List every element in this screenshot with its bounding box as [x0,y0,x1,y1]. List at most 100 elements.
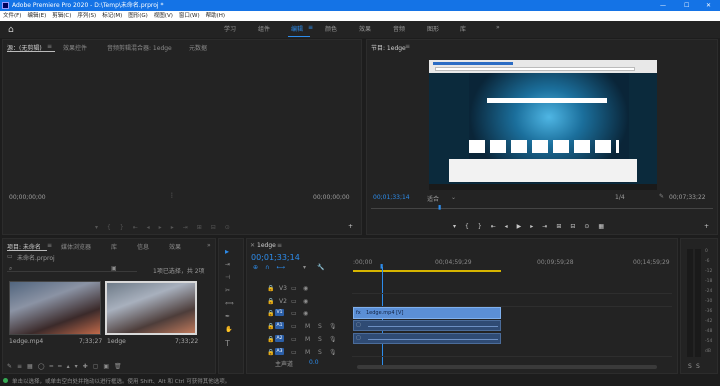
fit-chevron-down-icon[interactable]: ⌄ [451,194,456,201]
tab-effects[interactable]: 效果 [169,242,181,251]
solo-icon[interactable]: S [318,336,322,343]
mute-icon[interactable]: M [305,336,310,343]
close-button[interactable]: ✕ [706,0,711,11]
mic-icon[interactable]: 🎙 [329,323,337,330]
menu-marker[interactable]: 标记(M) [102,13,122,19]
project-more-icon[interactable]: » [207,242,211,249]
workspace-effects[interactable]: 效果 [359,24,371,33]
tab-libraries[interactable]: 库 [111,242,117,251]
menu-view[interactable]: 视图(V) [154,13,173,19]
audio-clip[interactable]: ▢ [353,320,501,331]
sync-lock-icon[interactable]: ▭ [291,349,297,356]
program-playhead-icon[interactable]: ▮ [438,204,441,211]
selection-tool-icon[interactable]: ▸ [225,247,229,256]
sync-lock-icon[interactable]: ▭ [291,298,297,305]
track-target-a2[interactable]: A2 [275,335,284,342]
workspace-audio[interactable]: 音频 [393,24,405,33]
program-wrench-icon[interactable]: ✎ [659,193,664,200]
menu-help[interactable]: 帮助(H) [206,13,225,19]
program-resolution-dropdown[interactable]: 1/4 [615,194,625,201]
track-select-tool-icon[interactable]: ⇥ [225,261,230,268]
track-lane-v2[interactable] [352,296,672,307]
source-add-button-icon[interactable]: + [348,223,353,230]
sync-lock-icon[interactable]: ▭ [291,336,297,343]
project-menu-icon[interactable]: ≡ [47,242,52,249]
project-search-input[interactable] [7,264,137,272]
type-tool-icon[interactable]: T [225,339,230,348]
menu-graphics[interactable]: 图形(G) [128,13,148,19]
mute-icon[interactable]: M [305,349,310,356]
solo-right-button[interactable]: S [696,363,700,370]
program-menu-icon[interactable]: ≡ [405,43,410,50]
workspace-menu-icon[interactable]: ≡ [308,24,313,31]
mute-icon[interactable]: M [305,323,310,330]
lock-icon[interactable]: 🔒 [267,336,274,343]
workspace-graphics[interactable]: 图形 [427,24,439,33]
source-wrench-icon[interactable]: ⋮ [169,192,175,199]
menu-edit[interactable]: 编辑(E) [27,13,46,19]
solo-icon[interactable]: S [318,323,322,330]
video-clip[interactable]: fx 1edge.mp4 [V] [353,307,501,319]
sync-lock-icon[interactable]: ▭ [291,285,297,292]
slip-tool-icon[interactable]: ⟺ [225,300,234,307]
project-bottom-toolbar-icons[interactable]: ✎≡▦◯━━▴▾✚▢▣🗑 [7,363,127,370]
workspace-assembly[interactable]: 组件 [258,24,270,33]
program-transport-icons[interactable]: ▾{}⇤◂▶▸⇥⊞⊟⊙▦ [453,223,613,230]
eye-icon[interactable]: ◉ [303,298,308,305]
timeline-menu-icon[interactable]: ≡ [277,242,282,249]
ripple-edit-tool-icon[interactable]: ⊣ [225,274,230,281]
home-icon[interactable]: ⌂ [8,25,14,35]
solo-left-button[interactable]: S [688,363,692,370]
tab-audio-mixer[interactable]: 音频剪辑混合器: 1edge [107,43,172,52]
project-item-thumb[interactable] [9,281,101,335]
eye-icon[interactable]: ◉ [303,285,308,292]
menu-window[interactable]: 窗口(W) [179,13,200,19]
workspace-editing[interactable]: 编辑 [291,24,303,33]
maximize-button[interactable]: ☐ [684,0,689,11]
tab-info[interactable]: 信息 [137,242,149,251]
lock-icon[interactable]: 🔒 [267,298,274,305]
workspace-more[interactable]: » [496,24,500,31]
track-target-a1[interactable]: A1 [275,322,284,329]
hand-tool-icon[interactable]: ✋ [225,326,232,333]
program-fit-dropdown[interactable]: 适合 [427,194,439,203]
workspace-learn[interactable]: 学习 [224,24,236,33]
mic-icon[interactable]: 🎙 [329,349,337,356]
track-lane-a3[interactable] [352,346,672,357]
playhead-icon[interactable]: ▮ [380,263,383,270]
lock-icon[interactable]: 🔒 [267,285,274,292]
lock-icon[interactable]: 🔒 [267,349,274,356]
workspace-color[interactable]: 颜色 [325,24,337,33]
timeline-scrollbar[interactable] [357,365,657,369]
lock-icon[interactable]: 🔒 [267,310,274,317]
track-lane-v3[interactable] [352,283,672,294]
track-target-v1[interactable]: V1 [275,309,284,316]
eye-icon[interactable]: ◉ [303,310,308,317]
sync-lock-icon[interactable]: ▭ [291,310,297,317]
tab-effect-controls[interactable]: 效果控件 [63,43,87,52]
master-volume[interactable]: 0.0 [309,359,319,366]
timeline-close-icon[interactable]: ✕ [250,242,255,249]
source-menu-icon[interactable]: ≡ [47,43,52,50]
solo-icon[interactable]: S [318,349,322,356]
sync-lock-icon[interactable]: ▭ [291,323,297,330]
marker-icon[interactable]: ▾ [303,264,306,271]
tab-timeline[interactable]: 1edge [257,242,276,249]
menu-file[interactable]: 文件(F) [3,13,21,19]
workspace-libraries[interactable]: 库 [460,24,466,33]
tab-media-browser[interactable]: 媒体浏览器 [61,242,91,251]
new-bin-from-search-icon[interactable]: ▣ [111,265,117,272]
timeline-settings-icon[interactable]: 🔧 [317,264,324,271]
tab-program[interactable]: 节目: 1edge [371,43,406,52]
track-target-a3[interactable]: A3 [275,348,284,355]
pen-tool-icon[interactable]: ✒ [225,313,230,320]
program-scrubber[interactable] [371,208,713,209]
program-add-button-icon[interactable]: + [704,223,709,230]
project-item-thumb[interactable] [105,281,197,335]
mic-icon[interactable]: 🎙 [329,336,337,343]
razor-tool-icon[interactable]: ✂ [225,287,230,294]
timeline-tool-icons[interactable]: ⊕∩⟷ [253,264,292,271]
lock-icon[interactable]: 🔒 [267,323,274,330]
minimize-button[interactable]: — [660,0,666,11]
menu-clip[interactable]: 剪辑(C) [52,13,71,19]
